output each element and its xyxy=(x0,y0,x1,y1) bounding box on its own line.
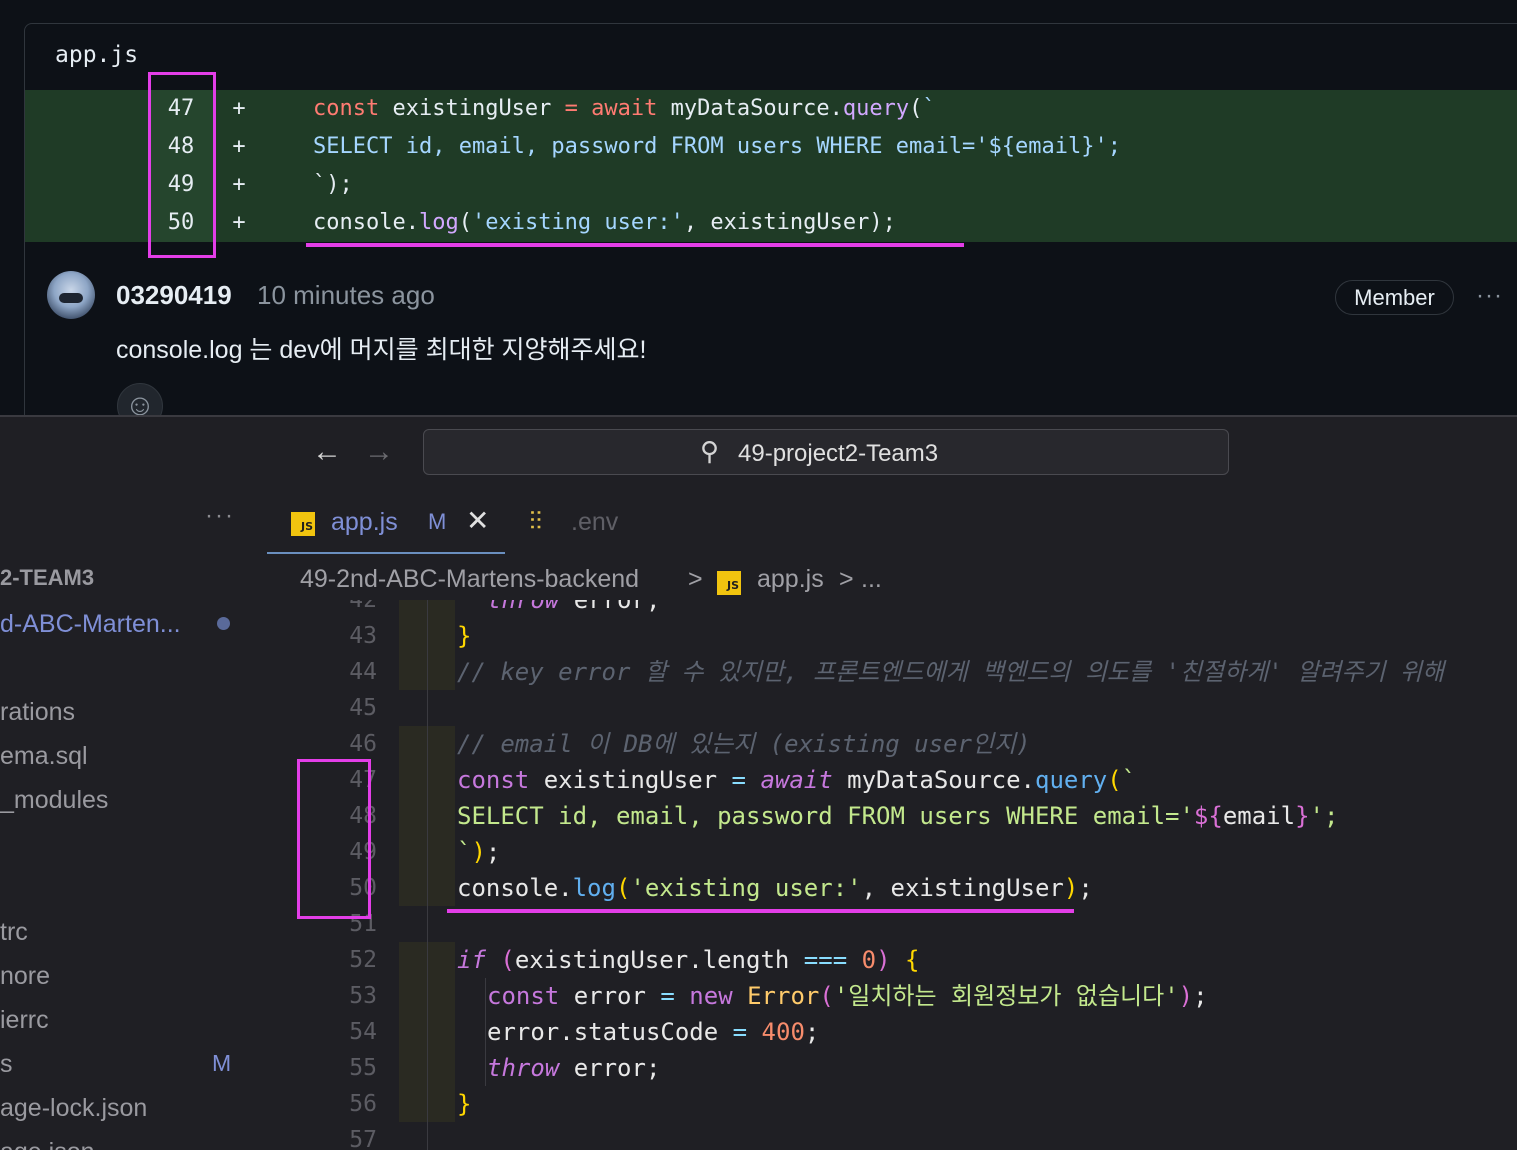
diff-code-line: const existingUser = await myDataSource.… xyxy=(313,96,936,121)
js-file-icon: JS xyxy=(717,571,741,595)
line-number: 56 xyxy=(349,1091,377,1117)
code-line: throw error; xyxy=(487,600,661,614)
explorer-item[interactable]: trc xyxy=(0,918,28,947)
forward-arrow-icon[interactable]: → xyxy=(364,435,394,469)
line-number: 43 xyxy=(349,623,377,649)
github-review-panel: app.js 47 + const existingUser = await m… xyxy=(0,0,1517,415)
code-line: `); xyxy=(457,838,501,866)
diff-row: 50 + console.log('existing user:', exist… xyxy=(25,204,1517,242)
diff-row: 47 + const existingUser = await myDataSo… xyxy=(25,90,1517,128)
explorer-item[interactable]: ema.sql xyxy=(0,742,88,771)
line-number: 55 xyxy=(349,1055,377,1081)
indent-guide xyxy=(485,978,486,1086)
code-comment: // key error 할 수 있지만, 프론트엔드에게 백엔드의 의도를 '… xyxy=(457,658,1445,686)
line-number: 42 xyxy=(349,600,377,613)
highlight-box-line-numbers xyxy=(148,72,216,258)
modified-dot-icon xyxy=(217,617,230,630)
modified-badge: M xyxy=(428,509,447,534)
diff-code-line: console.log('existing user:', existingUs… xyxy=(313,210,896,235)
highlight-box-line-numbers xyxy=(297,759,371,919)
code-line: } xyxy=(457,622,472,650)
breadcrumb-folder[interactable]: 49-2nd-ABC-Martens-backend xyxy=(300,565,639,594)
line-number: 44 xyxy=(349,659,377,685)
line-number: 45 xyxy=(349,695,377,721)
diff-file-name[interactable]: app.js xyxy=(55,42,138,68)
diff-row: 48 + SELECT id, email, password FROM use… xyxy=(25,128,1517,166)
code-line: console.log('existing user:', existingUs… xyxy=(457,874,1093,902)
diff-plus-sign: + xyxy=(232,134,246,159)
comment-author[interactable]: 03290419 xyxy=(116,280,232,311)
indent-guide xyxy=(427,600,428,1150)
highlight-underline xyxy=(306,243,964,247)
more-options-icon[interactable]: ··· xyxy=(1476,282,1503,310)
code-line: const existingUser = await myDataSource.… xyxy=(457,766,1137,794)
code-line: if (existingUser.length === 0) { xyxy=(457,946,920,974)
more-options-icon[interactable]: ··· xyxy=(205,502,235,530)
explorer-item[interactable]: _modules xyxy=(0,786,108,815)
code-editor[interactable]: 42 43 44 45 46 47 48 49 50 51 52 53 54 5… xyxy=(267,600,1517,1150)
explorer-item[interactable]: rations xyxy=(0,698,75,727)
diff-code-line: SELECT id, email, password FROM users WH… xyxy=(313,134,1121,159)
diff-plus-sign: + xyxy=(232,210,246,235)
workspace-name: 49-project2-Team3 xyxy=(738,440,939,467)
diff-hunk: 47 + const existingUser = await myDataSo… xyxy=(25,90,1517,242)
member-badge: Member xyxy=(1335,280,1454,315)
comment-timestamp[interactable]: 10 minutes ago xyxy=(257,280,435,311)
modified-badge: M xyxy=(212,1050,232,1076)
code-line: error.statusCode = 400; xyxy=(487,1018,820,1046)
diff-plus-sign: + xyxy=(232,96,246,121)
close-icon[interactable]: ✕ xyxy=(466,504,489,537)
line-number: 46 xyxy=(349,731,377,757)
explorer-item[interactable]: age-lock.json xyxy=(0,1094,147,1123)
breadcrumb-ellipsis[interactable]: ... xyxy=(861,565,882,594)
code-line: const error = new Error('일치하는 회원정보가 없습니다… xyxy=(487,982,1208,1010)
highlight-underline xyxy=(447,909,1074,913)
tab-app-js[interactable]: JS app.js M ✕ xyxy=(267,492,505,554)
line-number: 52 xyxy=(349,947,377,973)
line-number: 54 xyxy=(349,1019,377,1045)
back-arrow-icon[interactable]: ← xyxy=(312,435,342,469)
comment-body: console.log 는 dev에 머지를 최대한 지양해주세요! xyxy=(116,336,647,364)
explorer-folder[interactable]: d-ABC-Marten... xyxy=(0,610,181,639)
vscode-window: ← → ⚲ 49-project2-Team3 ··· 2-TEAM3 d-AB… xyxy=(0,415,1517,1150)
explorer-item[interactable]: s xyxy=(0,1050,13,1079)
code-line: } xyxy=(457,1090,472,1118)
explorer-item[interactable]: ierrc xyxy=(0,1006,49,1035)
tab-env[interactable]: .env xyxy=(571,508,618,537)
breadcrumb-file[interactable]: app.js xyxy=(757,565,824,594)
explorer-sidebar: ··· 2-TEAM3 d-ABC-Marten... rations ema.… xyxy=(0,492,267,1150)
search-icon: ⚲ xyxy=(700,436,720,466)
explorer-item[interactable]: age.json xyxy=(0,1138,95,1150)
command-center-search[interactable]: ⚲ 49-project2-Team3 xyxy=(423,429,1229,475)
line-number: 57 xyxy=(349,1127,377,1150)
explorer-workspace-title[interactable]: 2-TEAM3 xyxy=(0,565,94,591)
line-number: 53 xyxy=(349,983,377,1009)
settings-sliders-icon[interactable]: ⫶⫶ xyxy=(529,506,542,538)
code-line: SELECT id, email, password FROM users WH… xyxy=(457,802,1339,830)
code-comment: // email 이 DB에 있는지 (existing user인지) xyxy=(457,730,1031,758)
diff-row: 49 + `); xyxy=(25,166,1517,204)
tab-label: app.js xyxy=(331,508,398,536)
breadcrumb-separator: > xyxy=(688,565,703,593)
diff-plus-sign: + xyxy=(232,172,246,197)
diff-code-line: `); xyxy=(313,172,353,197)
editor-tabs: JS app.js M ✕ ⫶⫶ .env xyxy=(267,492,1517,554)
breadcrumb-separator: > xyxy=(839,565,854,593)
avatar[interactable] xyxy=(47,271,95,319)
js-file-icon: JS xyxy=(291,512,315,536)
explorer-item[interactable]: nore xyxy=(0,962,50,991)
code-line: throw error; xyxy=(487,1054,661,1082)
